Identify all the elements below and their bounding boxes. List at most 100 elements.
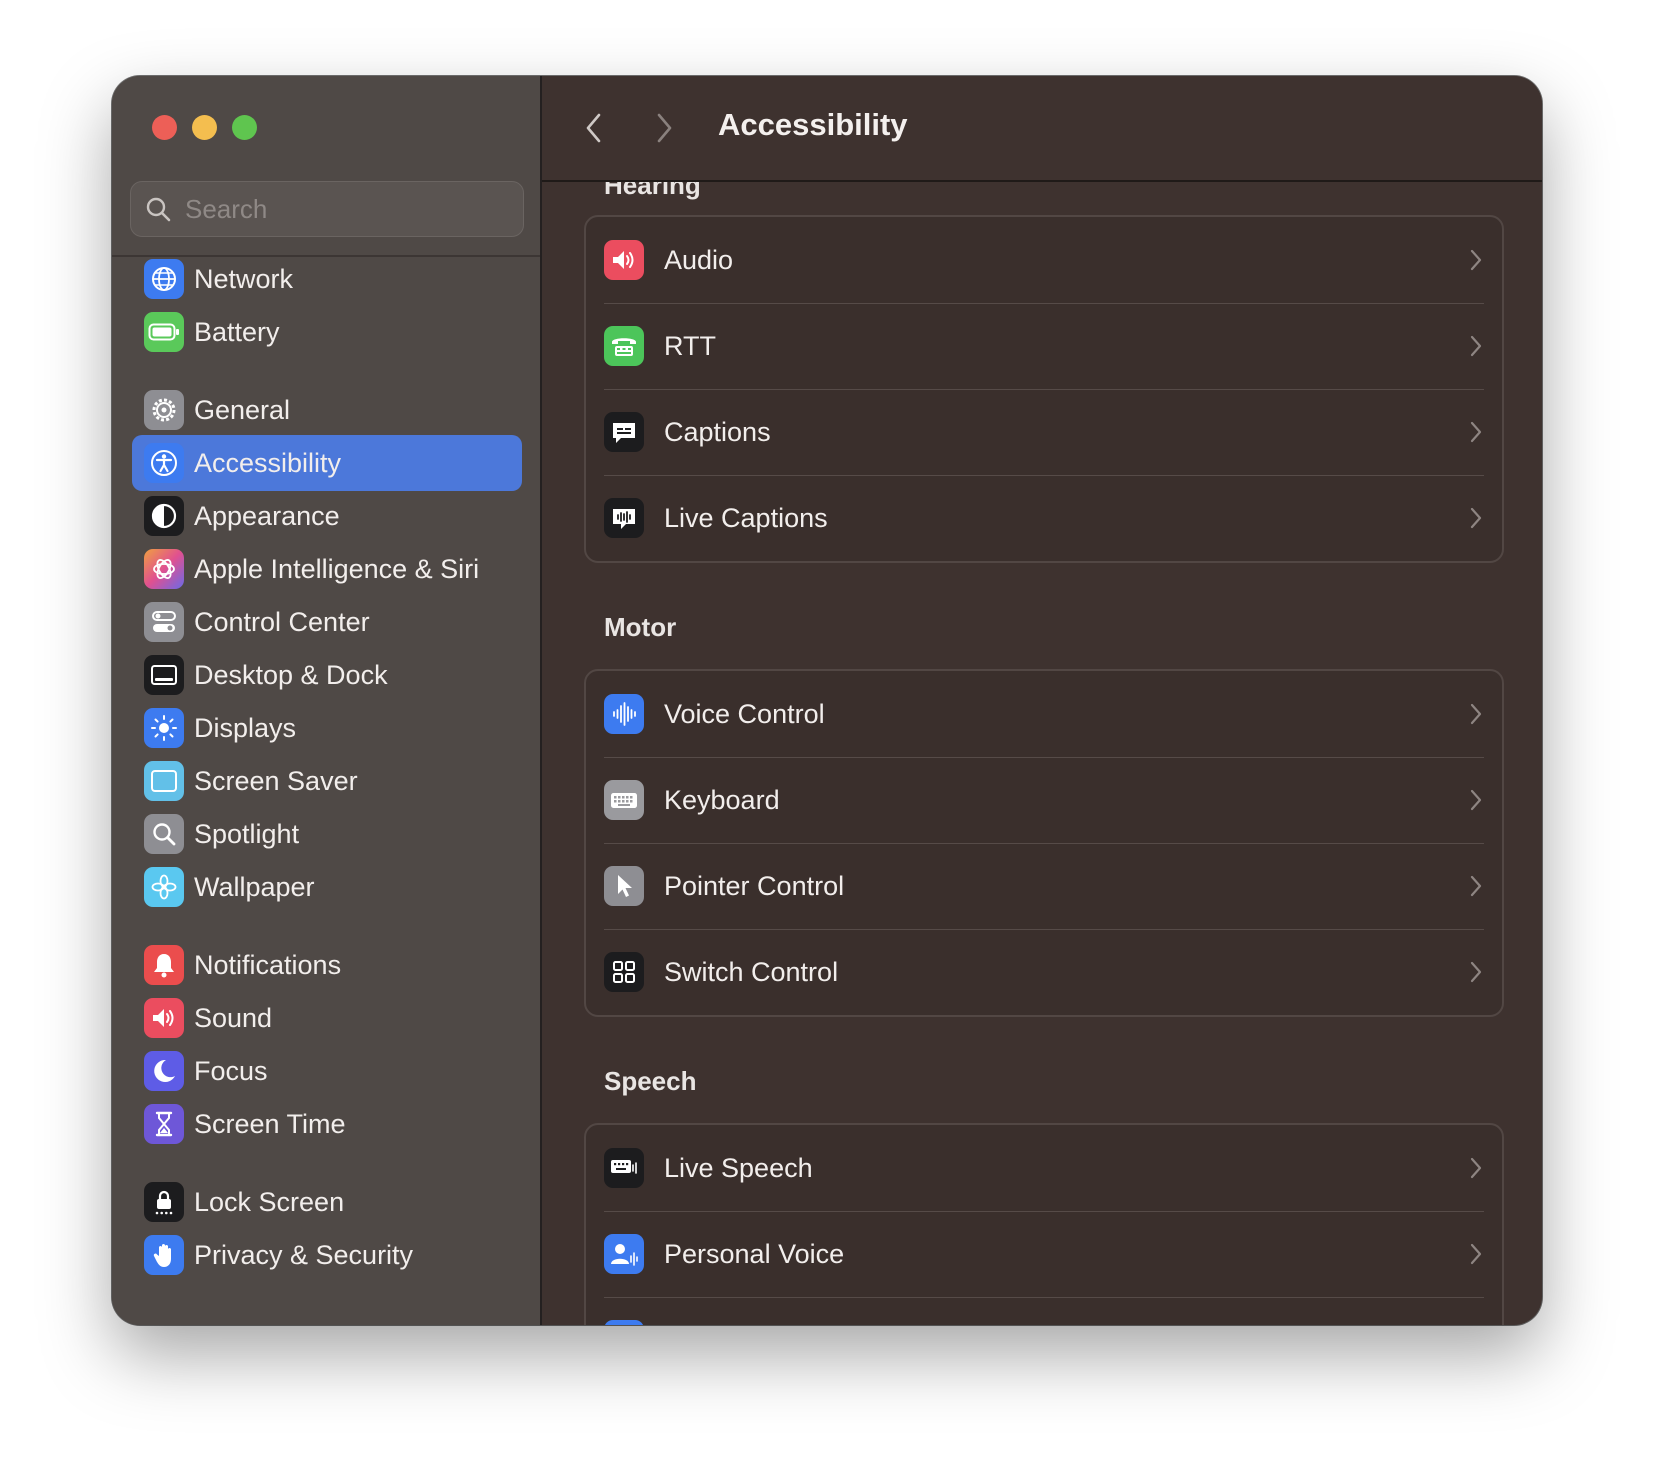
sidebar-item-label: Sound — [194, 1002, 273, 1033]
minimize-button[interactable] — [192, 115, 217, 140]
sidebar-item-label: Lock Screen — [194, 1186, 345, 1217]
toggles-icon — [144, 602, 184, 642]
sidebar-item-network[interactable]: Network — [132, 257, 522, 307]
speaker-icon — [604, 240, 644, 280]
accessibility-icon — [144, 443, 184, 483]
sidebar-item-label: Desktop & Dock — [194, 659, 388, 690]
sidebar-item-general[interactable]: General — [132, 382, 522, 438]
sidebar-item-label: Appearance — [194, 500, 340, 531]
sidebar-item-battery[interactable]: Battery — [132, 304, 522, 360]
siri-icon — [144, 549, 184, 589]
sidebar-item-label: Spotlight — [194, 818, 300, 849]
group-hearing: Audio RTT Captions Live Captions — [584, 215, 1504, 563]
chevron-right-icon — [657, 113, 672, 143]
sidebar-item-label: Control Center — [194, 606, 370, 637]
sidebar-item-label: Focus — [194, 1055, 268, 1086]
sidebar-item-appearance[interactable]: Appearance — [132, 488, 522, 544]
chevron-right-icon — [1466, 958, 1486, 986]
sidebar-nav: Network Battery General Accessibility Ap… — [112, 257, 540, 1325]
row-label: Voice Control — [664, 698, 825, 729]
globe-icon — [144, 259, 184, 299]
sidebar-item-label: Displays — [194, 712, 297, 743]
maximize-button[interactable] — [232, 115, 257, 140]
sidebar-item-screen-saver[interactable]: Screen Saver — [132, 753, 522, 809]
row-live-speech[interactable]: Live Speech — [586, 1125, 1502, 1211]
row-captions[interactable]: Captions — [586, 389, 1502, 475]
group-motor: Voice Control Keyboard Pointer Control S… — [584, 669, 1504, 1017]
row-label: Switch Control — [664, 956, 839, 987]
sidebar-item-label: Battery — [194, 316, 280, 347]
settings-content: Hearing Audio RTT Captions Live Captions… — [542, 182, 1542, 1325]
sidebar-item-label: General — [194, 394, 291, 425]
row-switch-control[interactable]: Switch Control — [586, 929, 1502, 1015]
lock-icon — [144, 1182, 184, 1222]
main-pane: Accessibility Hearing Audio RTT Captions… — [542, 76, 1542, 1325]
row-keyboard[interactable]: Keyboard — [586, 757, 1502, 843]
sidebar-item-focus[interactable]: Focus — [132, 1043, 522, 1099]
row-label: Live Speech — [664, 1152, 813, 1183]
sidebar-item-control-center[interactable]: Control Center — [132, 594, 522, 650]
switch-grid-icon — [604, 952, 644, 992]
chevron-right-icon — [1466, 1240, 1486, 1268]
partial-row-icon — [604, 1320, 644, 1325]
search-field[interactable] — [130, 181, 524, 237]
row-label: Audio — [664, 244, 734, 275]
sidebar-item-label: Accessibility — [194, 447, 342, 478]
row-rtt[interactable]: RTT — [586, 303, 1502, 389]
sidebar-item-sound[interactable]: Sound — [132, 990, 522, 1046]
appearance-icon — [144, 496, 184, 536]
chevron-right-icon — [1466, 246, 1486, 274]
battery-icon — [144, 312, 184, 352]
sidebar-item-wallpaper[interactable]: Wallpaper — [132, 859, 522, 915]
row-voice-control[interactable]: Voice Control — [586, 671, 1502, 757]
sidebar-item-spotlight[interactable]: Spotlight — [132, 806, 522, 862]
sidebar-item-desktop-dock[interactable]: Desktop & Dock — [132, 647, 522, 703]
sidebar-item-notifications[interactable]: Notifications — [132, 937, 522, 993]
bell-icon — [144, 945, 184, 985]
sidebar-item-lock-screen[interactable]: Lock Screen — [132, 1174, 522, 1230]
rtt-phone-icon — [604, 326, 644, 366]
row-label: Live Captions — [664, 502, 828, 533]
gear-icon — [144, 390, 184, 430]
chevron-right-icon — [1466, 786, 1486, 814]
chevron-right-icon — [1466, 504, 1486, 532]
section-title-speech: Speech — [604, 1066, 697, 1096]
captions-icon — [604, 412, 644, 452]
row-pointer-control[interactable]: Pointer Control — [586, 843, 1502, 929]
sidebar-item-label: Wallpaper — [194, 871, 315, 902]
waveform-icon — [604, 694, 644, 734]
sidebar-item-label: Notifications — [194, 949, 342, 980]
toolbar: Accessibility — [542, 76, 1542, 182]
keyboard-icon — [604, 780, 644, 820]
sidebar-item-accessibility[interactable]: Accessibility — [132, 435, 522, 491]
row-personal-voice[interactable]: Personal Voice — [586, 1211, 1502, 1297]
sidebar-item-label: Screen Saver — [194, 765, 358, 796]
personal-voice-icon — [604, 1234, 644, 1274]
sidebar-item-screen-time[interactable]: Screen Time — [132, 1096, 522, 1152]
flower-icon — [144, 867, 184, 907]
sidebar-item-privacy-security[interactable]: Privacy & Security — [132, 1227, 522, 1283]
row-live-captions[interactable]: Live Captions — [586, 475, 1502, 561]
section-title-motor: Motor — [604, 612, 677, 642]
chevron-right-icon — [1466, 872, 1486, 900]
search-input[interactable] — [183, 192, 507, 226]
back-button[interactable] — [576, 110, 612, 146]
hand-icon — [144, 1235, 184, 1275]
forward-button[interactable] — [646, 110, 682, 146]
close-button[interactable] — [152, 115, 177, 140]
page-title: Accessibility — [718, 107, 908, 142]
sidebar-item-displays[interactable]: Displays — [132, 700, 522, 756]
sidebar-item-label: Apple Intelligence & Siri — [194, 553, 480, 584]
pointer-icon — [604, 866, 644, 906]
sidebar-item-apple-intelligence-siri[interactable]: Apple Intelligence & Siri — [132, 541, 522, 597]
moon-icon — [144, 1051, 184, 1091]
magnifier-icon — [144, 814, 184, 854]
group-speech: Live Speech Personal Voice — [584, 1123, 1504, 1325]
row-audio[interactable]: Audio — [586, 217, 1502, 303]
row-partial[interactable] — [586, 1297, 1502, 1325]
search-icon — [146, 197, 171, 222]
sidebar-item-label: Network — [194, 263, 294, 294]
sidebar-item-label: Screen Time — [194, 1108, 346, 1139]
speaker-icon — [144, 998, 184, 1038]
row-label: RTT — [664, 330, 716, 361]
